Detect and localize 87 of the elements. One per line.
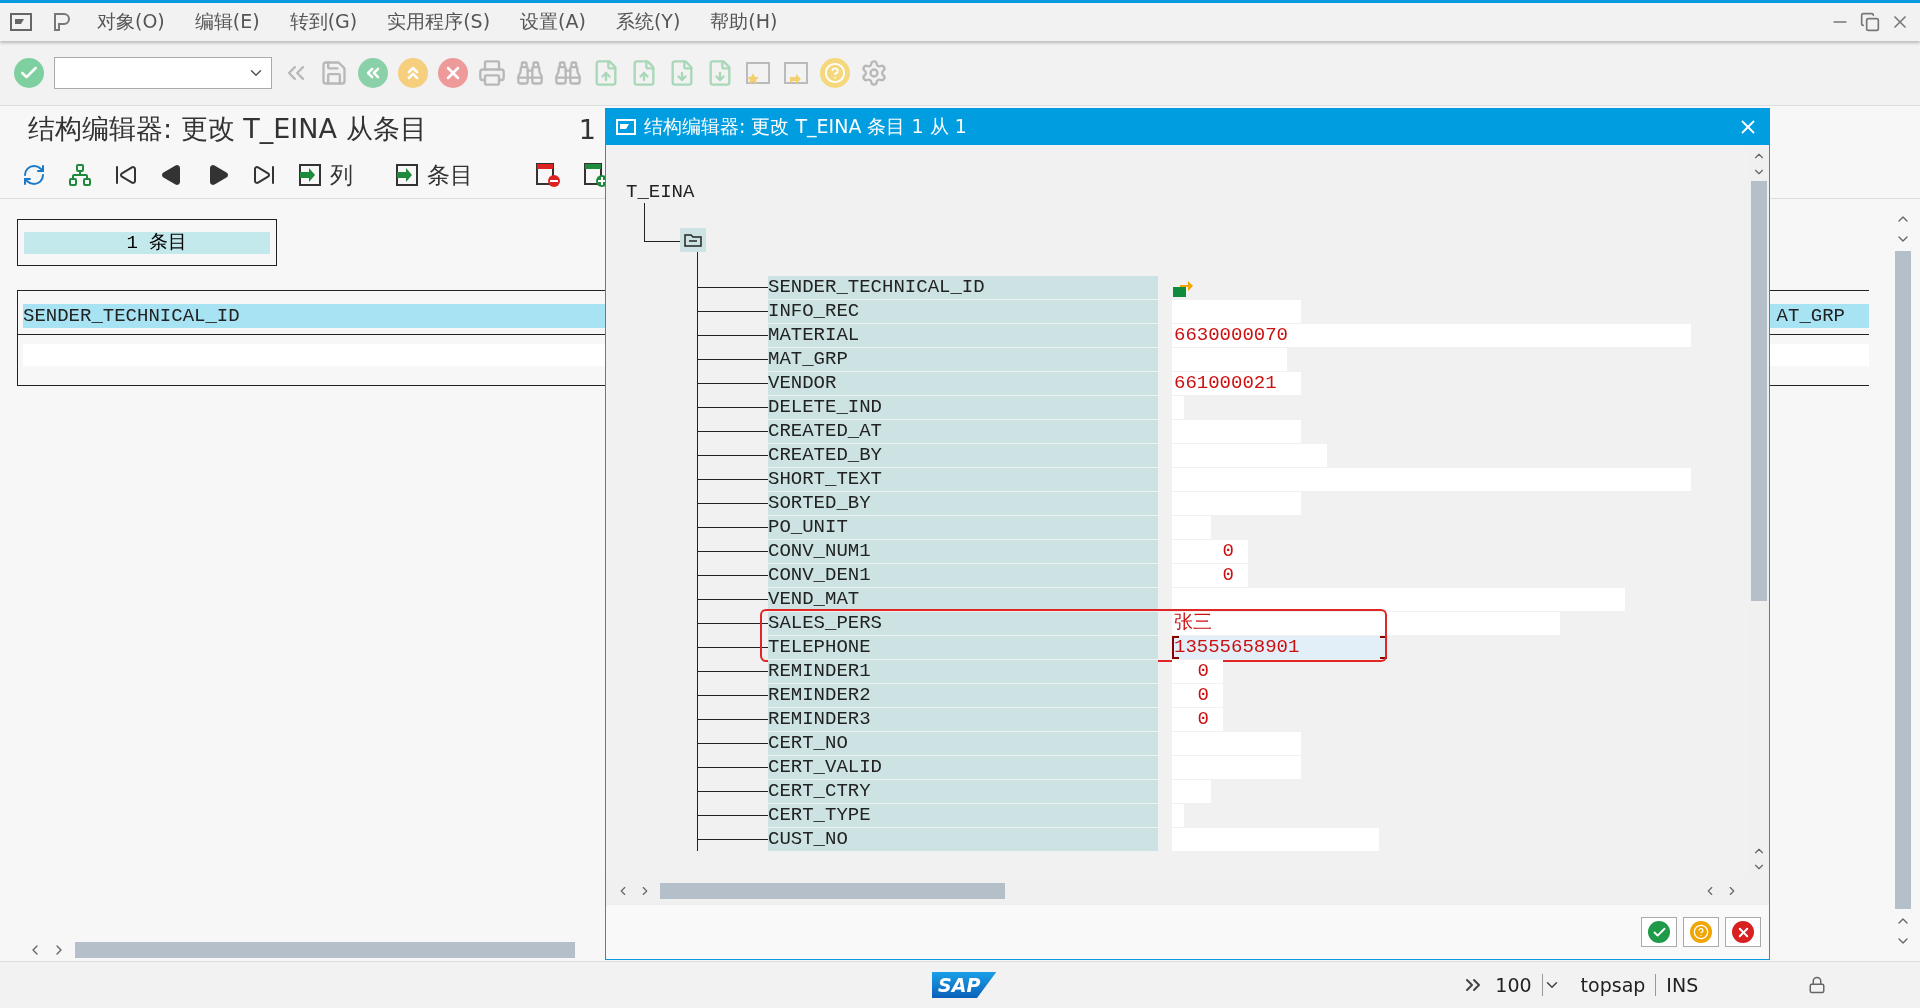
field-name: CREATED_BY (768, 444, 1158, 467)
value-field[interactable]: 13555658901 (1172, 636, 1387, 659)
entry-count: 1 条目 (24, 231, 270, 254)
value-field[interactable]: 6630000070 (1172, 324, 1691, 347)
folder-icon[interactable] (680, 228, 706, 252)
menu-item[interactable]: 帮助(H) (695, 9, 793, 35)
menu-item[interactable]: 系统(Y) (600, 9, 696, 35)
field-name: CUST_NO (768, 828, 1158, 851)
save-icon[interactable] (320, 59, 348, 87)
system-name: topsap (1570, 974, 1657, 996)
menu-item[interactable]: 实用程序(S) (372, 9, 506, 35)
field-name: SHORT_TEXT (768, 468, 1158, 491)
field-name: REMINDER2 (768, 684, 1158, 707)
field-name: CONV_NUM1 (768, 540, 1158, 563)
settings-icon[interactable] (860, 59, 888, 87)
menu-item[interactable]: 对象(O) (82, 9, 180, 35)
field-name: REMINDER3 (768, 708, 1158, 731)
value-field[interactable]: 0 (1172, 660, 1223, 683)
value-field[interactable] (1172, 588, 1625, 611)
cancel-button[interactable] (1725, 917, 1761, 947)
field-name: SENDER_TECHNICAL_ID (768, 276, 1158, 299)
insert-mode: INS (1665, 974, 1700, 996)
column-button[interactable]: 列 (298, 159, 353, 191)
menu-item[interactable]: 转到(G) (274, 9, 373, 35)
scrollbar-thumb[interactable] (1751, 181, 1767, 601)
lock-icon (1808, 976, 1827, 994)
hierarchy-icon[interactable] (68, 163, 92, 187)
field-name: PO_UNIT (768, 516, 1158, 539)
field-name: REMINDER1 (768, 660, 1158, 683)
tree-root[interactable]: T_EINA (626, 181, 695, 203)
field-name: CERT_NO (768, 732, 1158, 755)
screen-title: 结构编辑器: 更改 T_EINA 从条目 (28, 112, 427, 146)
field-name: CONV_DEN1 (768, 564, 1158, 587)
field-name: INFO_REC (768, 300, 1158, 323)
window-icon (616, 119, 636, 135)
new-window-icon[interactable] (744, 59, 772, 87)
find-icon[interactable] (516, 59, 544, 87)
confirm-button[interactable] (1641, 917, 1677, 947)
help-icon (824, 62, 846, 84)
back-button[interactable] (358, 58, 388, 88)
field-name: SORTED_BY (768, 492, 1158, 515)
layout-icon[interactable] (52, 12, 72, 32)
first-icon[interactable] (114, 163, 138, 187)
value-field[interactable]: 0 (1172, 540, 1248, 563)
menu-item[interactable]: 设置(A) (505, 9, 601, 35)
help-button[interactable] (1683, 917, 1719, 947)
field-name: TELEPHONE (768, 636, 1158, 659)
field-name: CREATED_AT (768, 420, 1158, 443)
find-next-icon[interactable] (554, 59, 582, 87)
help-button[interactable] (820, 58, 850, 88)
value-field[interactable]: 661000021 (1172, 372, 1301, 395)
restore-icon[interactable] (1860, 12, 1880, 32)
scrollbar-thumb[interactable] (660, 883, 1005, 899)
menu-icon[interactable] (10, 13, 32, 31)
field-name: SALES_PERS (768, 612, 1158, 635)
field-name: VEND_MAT (768, 588, 1158, 611)
scrollbar-track[interactable] (1895, 251, 1911, 909)
field-name: CERT_CTRY (768, 780, 1158, 803)
cancel-button[interactable] (438, 58, 468, 88)
value-field[interactable]: 0 (1172, 708, 1223, 731)
value-field[interactable]: 张三 (1172, 612, 1560, 635)
value-field[interactable]: 0 (1172, 564, 1248, 587)
field-name: CERT_TYPE (768, 804, 1158, 827)
dialog-title: 结构编辑器: 更改 T_EINA 条目 1 从 1 (644, 114, 967, 140)
column-header[interactable]: SENDER_TECHNICAL_ID (23, 305, 264, 327)
command-field[interactable] (54, 57, 272, 89)
print-icon[interactable] (478, 59, 506, 87)
scrollbar-thumb[interactable] (75, 942, 575, 958)
field-name: VENDOR (768, 372, 1158, 395)
field-name: DELETE_IND (768, 396, 1158, 419)
column-header[interactable]: AT_GRP (1776, 305, 1869, 327)
sap-logo: SAP (932, 972, 997, 998)
entry-number: 1 (578, 113, 596, 145)
shortcut-icon[interactable] (782, 59, 810, 87)
menu-item[interactable]: 编辑(E) (179, 9, 275, 35)
zoom-level[interactable]: 100 (1485, 974, 1543, 996)
field-name: CERT_VALID (768, 756, 1158, 779)
last-icon[interactable] (252, 163, 276, 187)
entry-button[interactable]: 条目 (395, 159, 473, 191)
refresh-icon[interactable] (22, 163, 46, 187)
value-field[interactable]: 0 (1172, 684, 1223, 707)
enter-button[interactable] (14, 58, 44, 88)
field-name: MAT_GRP (768, 348, 1158, 371)
help-icon (1693, 924, 1709, 940)
field-name: MATERIAL (768, 324, 1158, 347)
exit-button[interactable] (398, 58, 428, 88)
delete-row-icon[interactable] (535, 162, 561, 188)
